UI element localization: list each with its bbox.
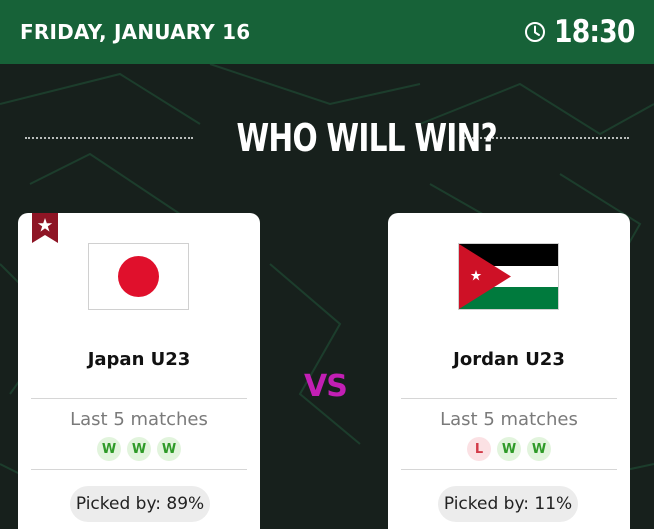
- japan-flag: [88, 243, 189, 310]
- dotted-divider-left: [25, 137, 193, 139]
- form-result: W: [127, 437, 151, 461]
- form-result: L: [467, 437, 491, 461]
- form-result: W: [97, 437, 121, 461]
- team-name: Japan U23: [87, 349, 191, 370]
- form-result: W: [157, 437, 181, 461]
- kickoff-time-value: 18:30: [554, 14, 635, 50]
- card-divider: [31, 469, 247, 470]
- recent-form: W W W: [18, 437, 260, 461]
- last-five-label: Last 5 matches: [70, 409, 208, 430]
- card-divider: [401, 469, 617, 470]
- poll-title-row: WHO WILL WIN?: [0, 112, 654, 164]
- card-divider: [31, 398, 247, 399]
- favorite-star-icon: [32, 213, 58, 243]
- team-name: Jordan U23: [453, 349, 565, 370]
- versus-label: VS: [304, 369, 348, 404]
- team-card-jordan[interactable]: Jordan U23 Last 5 matches L W W Picked b…: [388, 213, 630, 529]
- poll-title: WHO WILL WIN?: [236, 116, 498, 160]
- recent-form: L W W: [388, 437, 630, 461]
- team-card-japan[interactable]: Japan U23 Last 5 matches W W W Picked by…: [18, 213, 260, 529]
- match-header: FRIDAY, JANUARY 16 18:30: [0, 0, 654, 64]
- kickoff-time: 18:30: [524, 14, 635, 50]
- picked-by-badge: Picked by: 11%: [438, 486, 578, 522]
- last-five-label: Last 5 matches: [440, 409, 578, 430]
- jordan-flag: [458, 243, 559, 310]
- match-date: FRIDAY, JANUARY 16: [20, 20, 251, 44]
- form-result: W: [497, 437, 521, 461]
- clock-icon: [525, 22, 545, 42]
- card-divider: [401, 398, 617, 399]
- picked-by-badge: Picked by: 89%: [70, 486, 210, 522]
- form-result: W: [527, 437, 551, 461]
